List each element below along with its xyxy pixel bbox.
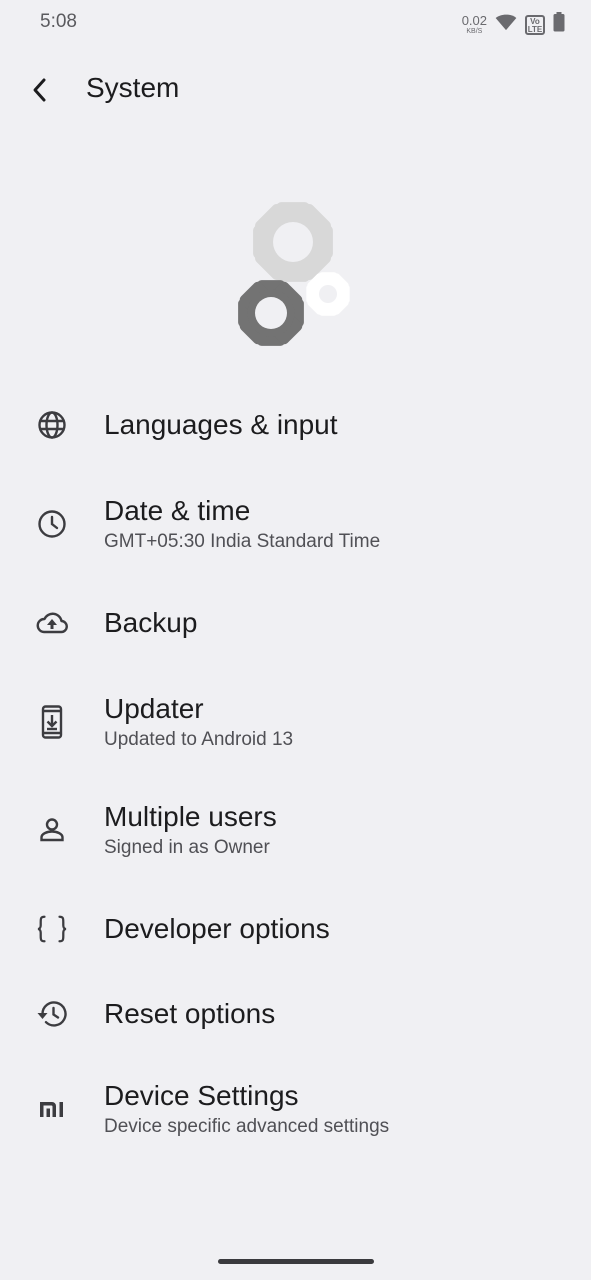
volte-label-bottom: LTE: [527, 24, 543, 34]
wifi-icon: [495, 13, 517, 36]
list-item-device-settings[interactable]: Device Settings Device specific advanced…: [0, 1054, 591, 1164]
status-time: 5:08: [40, 11, 77, 32]
list-item-developer-options[interactable]: Developer options: [0, 884, 591, 974]
cloud-upload-icon: [36, 607, 68, 639]
list-item-languages-input[interactable]: Languages & input: [0, 380, 591, 470]
item-title: Backup: [104, 607, 198, 638]
system-gears-illustration: [230, 196, 360, 351]
chevron-left-icon: [33, 78, 46, 102]
person-icon: [36, 814, 68, 846]
volte-icon: Vo LTE: [525, 14, 545, 35]
back-button[interactable]: [24, 72, 56, 108]
item-title: Updater: [104, 693, 204, 724]
list-item-multiple-users[interactable]: Multiple users Signed in as Owner: [0, 776, 591, 884]
network-speed: 0.02 KB/S: [462, 14, 487, 35]
battery-icon: [553, 12, 565, 37]
gesture-navigation-handle[interactable]: [218, 1259, 374, 1264]
item-summary: Updated to Android 13: [104, 729, 294, 750]
page-title: System: [86, 72, 180, 103]
item-summary: GMT+05:30 India Standard Time: [104, 531, 381, 552]
network-speed-value: 0.02: [461, 13, 487, 28]
status-icons: 0.02 KB/S Vo LTE: [462, 12, 565, 37]
item-summary: Signed in as Owner: [104, 837, 270, 858]
status-bar: 5:08 0.02 KB/S Vo LTE: [0, 0, 591, 46]
app-bar: System: [0, 62, 591, 118]
item-summary: Device specific advanced settings: [104, 1116, 390, 1137]
list-item-date-time[interactable]: Date & time GMT+05:30 India Standard Tim…: [0, 470, 591, 578]
braces-icon: [36, 913, 68, 945]
item-title: Device Settings: [104, 1080, 299, 1111]
list-item-updater[interactable]: Updater Updated to Android 13: [0, 668, 591, 776]
history-icon: [36, 998, 68, 1030]
globe-icon: [36, 409, 68, 441]
settings-list: Languages & input Date & time GMT+05:30 …: [0, 380, 591, 1164]
list-item-backup[interactable]: Backup: [0, 578, 591, 668]
mi-logo-icon: [36, 1093, 68, 1125]
item-title: Reset options: [104, 998, 276, 1029]
system-update-icon: [36, 705, 68, 739]
network-speed-unit: KB/S: [466, 28, 483, 35]
list-item-reset-options[interactable]: Reset options: [0, 974, 591, 1054]
item-title: Date & time: [104, 495, 251, 526]
item-title: Languages & input: [104, 409, 338, 440]
item-title: Multiple users: [104, 801, 277, 832]
clock-icon: [36, 508, 68, 540]
item-title: Developer options: [104, 913, 330, 944]
